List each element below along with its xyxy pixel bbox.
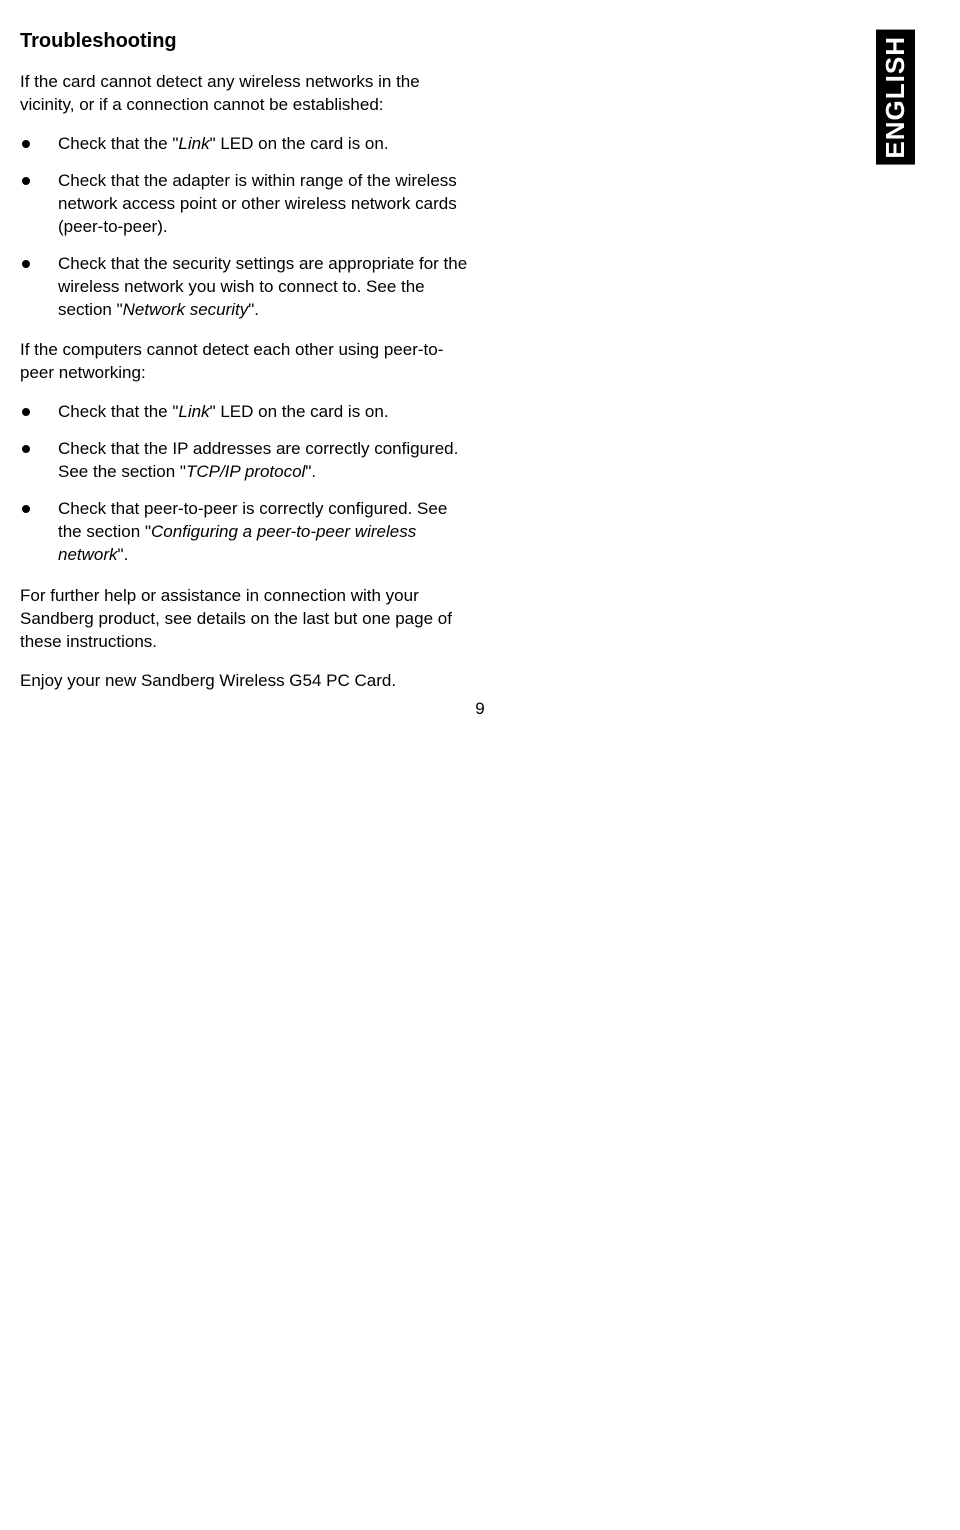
closing-paragraph-2: Enjoy your new Sandberg Wireless G54 PC … (20, 670, 470, 693)
italic-run: TCP/IP protocol (186, 462, 305, 481)
italic-run: Link (178, 134, 209, 153)
text-run: Check that the security settings are app… (58, 254, 467, 319)
text-run: ". (305, 462, 316, 481)
section-heading: Troubleshooting (20, 30, 470, 53)
text-run: " LED on the card is on. (210, 402, 389, 421)
main-content: Troubleshooting If the card cannot detec… (20, 30, 470, 693)
text-run: Check that the " (58, 402, 178, 421)
list-item: Check that the security settings are app… (20, 253, 470, 322)
closing-paragraph-1: For further help or assistance in connec… (20, 585, 470, 654)
intro-paragraph-1: If the card cannot detect any wireless n… (20, 71, 470, 117)
page-number: 9 (475, 699, 484, 719)
bullet-list-2: Check that the "Link" LED on the card is… (20, 401, 470, 567)
text-run: ". (118, 545, 129, 564)
list-item: Check that peer-to-peer is correctly con… (20, 498, 470, 567)
list-item: Check that the adapter is within range o… (20, 170, 470, 239)
list-item: Check that the "Link" LED on the card is… (20, 133, 470, 156)
intro-paragraph-2: If the computers cannot detect each othe… (20, 339, 470, 385)
italic-run: Link (178, 402, 209, 421)
list-item: Check that the IP addresses are correctl… (20, 438, 470, 484)
language-badge: ENGLISH (876, 30, 915, 165)
text-run: ". (248, 300, 259, 319)
list-item: Check that the "Link" LED on the card is… (20, 401, 470, 424)
text-run: Check that the " (58, 134, 178, 153)
italic-run: Network security (123, 300, 249, 319)
bullet-list-1: Check that the "Link" LED on the card is… (20, 133, 470, 322)
text-run: " LED on the card is on. (210, 134, 389, 153)
